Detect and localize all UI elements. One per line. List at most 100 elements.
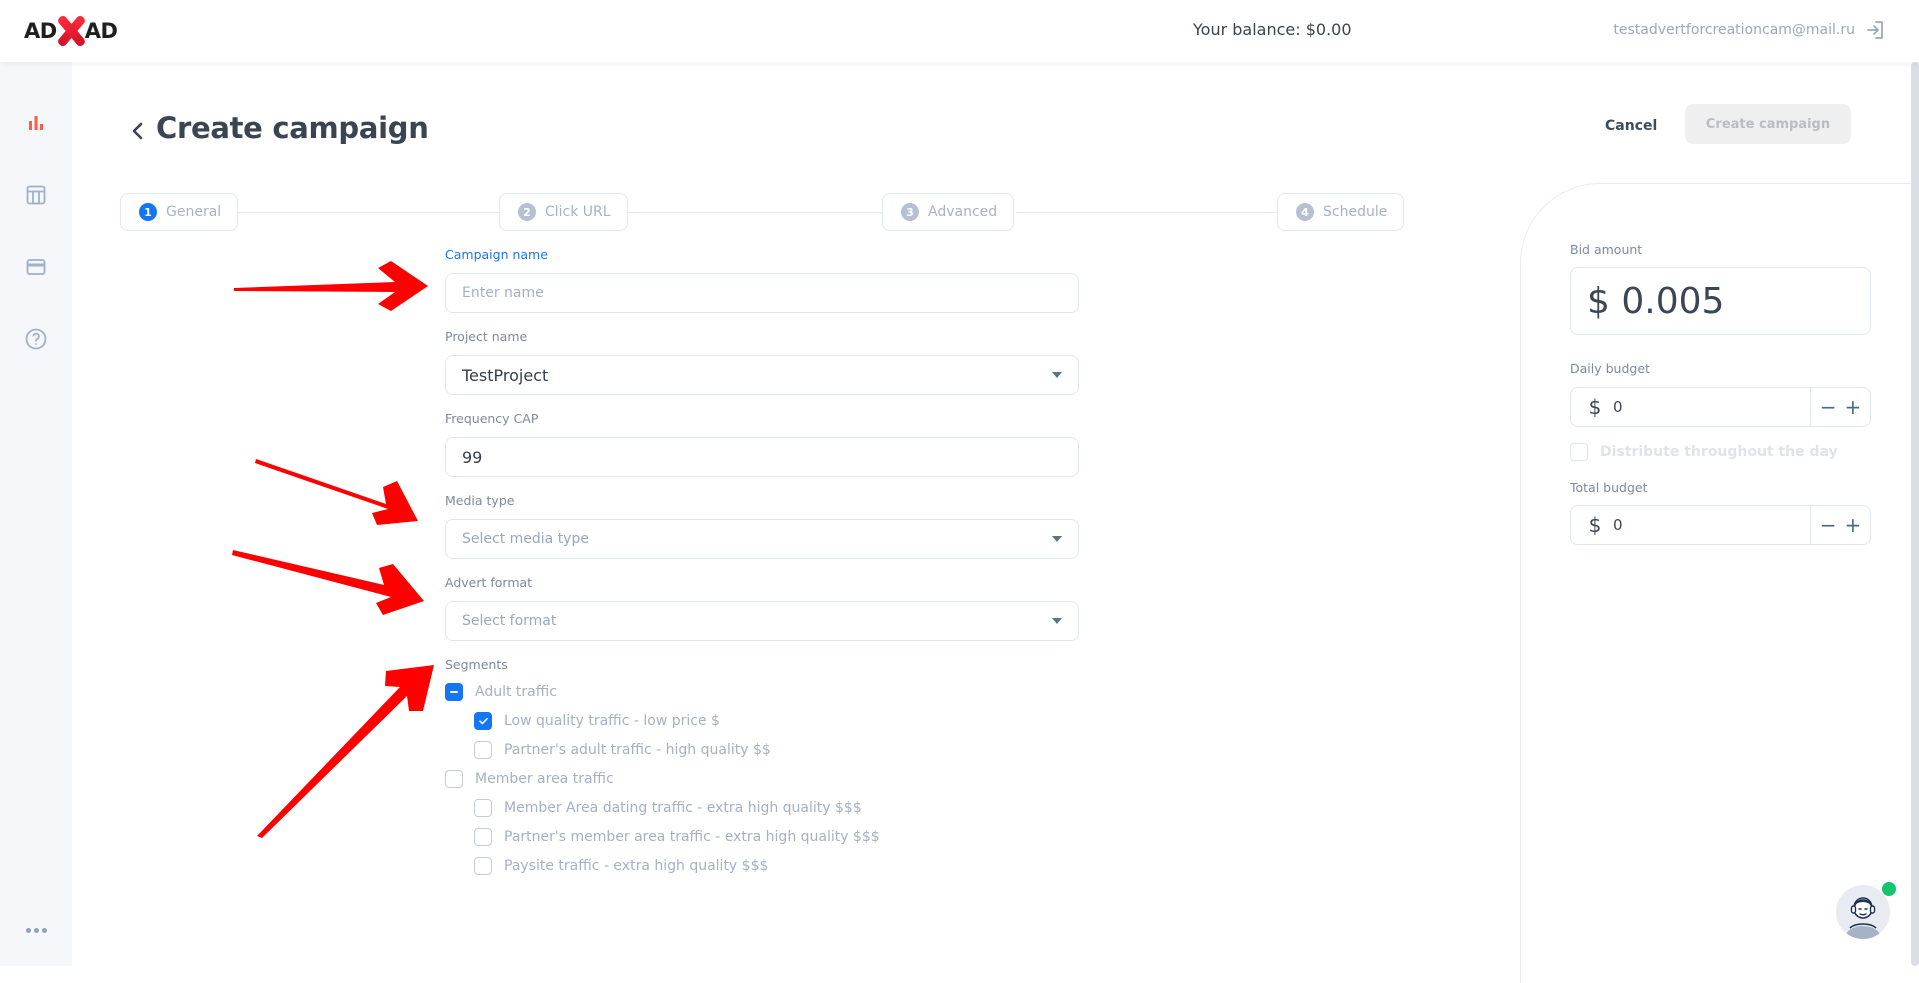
sidebar-item-campaigns[interactable]: [24, 183, 48, 207]
segment-label: Member Area dating traffic - extra high …: [504, 800, 862, 816]
online-status-dot: [1882, 882, 1896, 896]
user-email[interactable]: testadvertforcreationcam@mail.ru: [1613, 22, 1855, 38]
daily-budget-field: $ 0 − +: [1570, 387, 1871, 427]
total-budget-field: $ 0 − +: [1570, 505, 1871, 545]
caret-down-icon: [1052, 618, 1062, 624]
credit-card-icon: [26, 259, 46, 275]
annotation-arrow-icon: [234, 261, 428, 311]
project-name-label: Project name: [445, 329, 528, 344]
frequency-cap-input[interactable]: 99: [445, 437, 1079, 477]
decrement-button[interactable]: −: [1820, 397, 1837, 417]
step-schedule[interactable]: 4 Schedule: [1277, 193, 1405, 231]
checkbox-indeterminate[interactable]: [445, 683, 463, 701]
sidebar-item-statistics[interactable]: [24, 111, 48, 135]
step-general[interactable]: 1 General: [120, 193, 239, 231]
sidebar-item-billing[interactable]: [24, 255, 48, 279]
advert-format-placeholder: Select format: [462, 613, 557, 629]
segment-item[interactable]: Partner's member area traffic - extra hi…: [474, 828, 880, 846]
daily-budget-label: Daily budget: [1570, 361, 1650, 376]
segment-label: Member area traffic: [475, 771, 614, 787]
logo-text-left: AD: [24, 19, 57, 43]
segment-group-adult[interactable]: Adult traffic: [445, 683, 557, 701]
step-click-url[interactable]: 2 Click URL: [499, 193, 628, 231]
table-icon: [26, 185, 46, 205]
bid-amount-value: $ 0.005: [1587, 280, 1725, 322]
frequency-cap-value: 99: [462, 447, 483, 467]
total-budget-input[interactable]: 0: [1613, 516, 1810, 534]
step-number: 3: [901, 203, 919, 221]
campaign-name-label: Campaign name: [445, 247, 548, 262]
top-header: AD AD Your balance: $0.00 testadvertforc…: [0, 0, 1919, 62]
stepper-connector: [622, 212, 884, 213]
stepper-connector: [238, 212, 500, 213]
increment-button[interactable]: +: [1845, 397, 1862, 417]
media-type-select[interactable]: Select media type: [445, 519, 1079, 559]
back-chevron-icon[interactable]: [130, 118, 146, 144]
caret-down-icon: [1052, 372, 1062, 378]
segment-item[interactable]: Member Area dating traffic - extra high …: [474, 799, 862, 817]
segment-label: Paysite traffic - extra high quality $$$: [504, 858, 769, 874]
cancel-button[interactable]: Cancel: [1605, 114, 1657, 138]
segment-item[interactable]: Paysite traffic - extra high quality $$$: [474, 857, 768, 875]
step-label: Advanced: [928, 204, 998, 220]
check-icon: [478, 718, 488, 725]
sidebar-item-help[interactable]: [24, 327, 48, 351]
media-type-placeholder: Select media type: [462, 531, 589, 547]
adxad-logo[interactable]: AD AD: [24, 14, 118, 48]
bar-chart-icon: [29, 116, 43, 130]
logo-text-right: AD: [84, 19, 118, 43]
checkbox[interactable]: [474, 857, 492, 875]
checkbox-checked[interactable]: [474, 712, 492, 730]
step-number: 4: [1296, 203, 1314, 221]
page-scrollbar[interactable]: [1911, 62, 1919, 966]
project-name-value: TestProject: [462, 365, 549, 385]
campaign-name-field[interactable]: [445, 273, 1079, 313]
step-advanced[interactable]: 3 Advanced: [882, 193, 1015, 231]
create-campaign-button[interactable]: Create campaign: [1685, 104, 1851, 144]
logout-icon[interactable]: [1865, 20, 1885, 40]
dollar-icon: $: [1588, 513, 1602, 537]
more-horizontal-icon[interactable]: [26, 928, 47, 933]
bid-amount-label: Bid amount: [1570, 242, 1643, 257]
segment-item[interactable]: Partner's adult traffic - high quality $…: [474, 741, 771, 759]
segment-label: Partner's member area traffic - extra hi…: [504, 829, 880, 845]
segment-item[interactable]: Low quality traffic - low price $: [474, 712, 720, 730]
segment-label: Low quality traffic - low price $: [504, 713, 720, 729]
caret-down-icon: [1052, 536, 1062, 542]
logo-x-icon: [54, 14, 88, 48]
checkbox[interactable]: [474, 828, 492, 846]
stepper-connector: [1016, 212, 1278, 213]
annotation-arrow-icon: [255, 459, 418, 525]
checkbox[interactable]: [474, 799, 492, 817]
support-chat-button[interactable]: [1836, 885, 1890, 939]
segment-group-member-area[interactable]: Member area traffic: [445, 770, 614, 788]
advert-format-select[interactable]: Select format: [445, 601, 1079, 641]
step-number: 1: [139, 203, 157, 221]
checkbox[interactable]: [1570, 443, 1588, 461]
dollar-icon: $: [1588, 395, 1602, 419]
step-label: Click URL: [545, 204, 611, 220]
distribute-checkbox-row[interactable]: Distribute throughout the day: [1570, 443, 1838, 461]
segment-label: Adult traffic: [475, 684, 557, 700]
segments-label: Segments: [445, 657, 508, 672]
segment-label: Partner's adult traffic - high quality $…: [504, 742, 771, 758]
checkbox[interactable]: [474, 741, 492, 759]
project-name-select[interactable]: TestProject: [445, 355, 1079, 395]
increment-button[interactable]: +: [1845, 515, 1862, 535]
daily-budget-stepper: − +: [1810, 388, 1870, 426]
step-label: General: [166, 204, 222, 220]
bid-amount-input[interactable]: $ 0.005: [1570, 267, 1871, 335]
minus-icon: [450, 691, 458, 693]
total-budget-stepper: − +: [1810, 506, 1870, 544]
sidebar: [0, 62, 72, 966]
campaign-name-input[interactable]: [462, 285, 1062, 301]
annotation-arrow-icon: [257, 665, 434, 838]
step-label: Schedule: [1323, 204, 1388, 220]
balance-text: Your balance: $0.00: [1193, 20, 1352, 39]
distribute-label: Distribute throughout the day: [1600, 444, 1838, 460]
decrement-button[interactable]: −: [1820, 515, 1837, 535]
checkbox[interactable]: [445, 770, 463, 788]
daily-budget-input[interactable]: 0: [1613, 398, 1810, 416]
advert-format-label: Advert format: [445, 575, 533, 590]
total-budget-label: Total budget: [1570, 480, 1648, 495]
